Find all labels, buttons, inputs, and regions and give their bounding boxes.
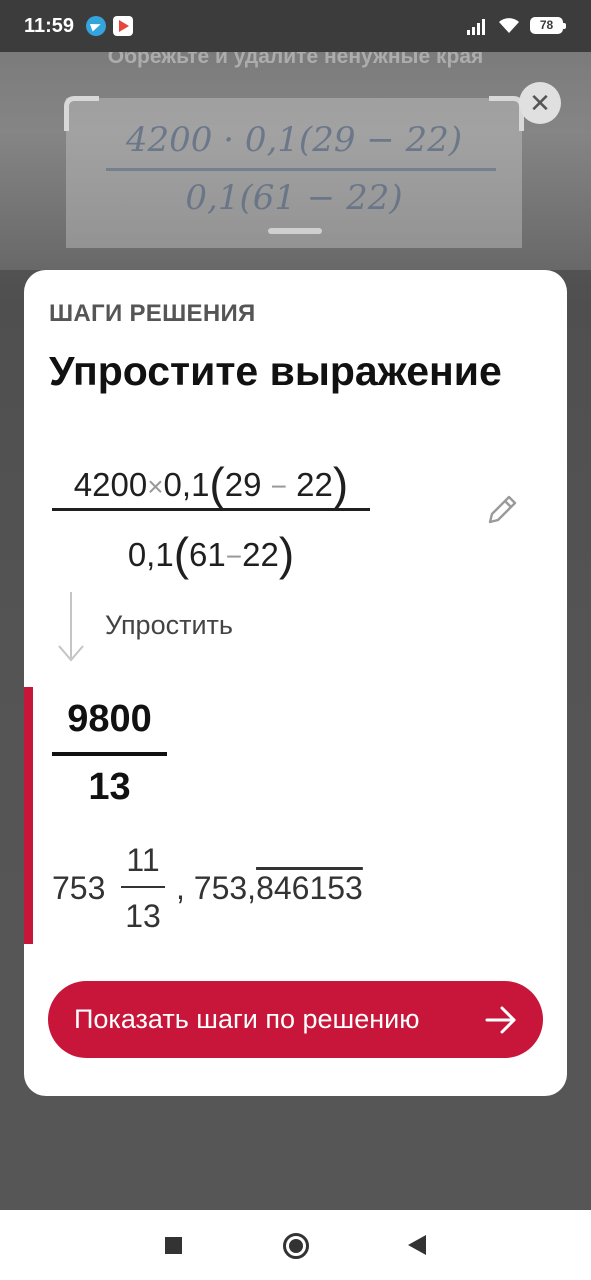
problem-expression[interactable]: 4200×0,1(29 − 22) 0,1(61−22)	[52, 445, 372, 585]
term: 61	[189, 536, 226, 573]
decimal-prefix: , 753,	[176, 870, 257, 906]
photo-handwritten-denominator: 0,1(61 − 22)	[185, 178, 403, 218]
term: 4200	[73, 466, 148, 503]
result-accent-bar	[24, 687, 33, 944]
paren: )	[278, 528, 295, 580]
status-time: 11:59	[24, 15, 75, 37]
card-title: Упростите выражение	[49, 348, 502, 394]
pencil-icon[interactable]	[484, 492, 520, 528]
section-label: ШАГИ РЕШЕНИЯ	[49, 300, 256, 327]
solution-card: ШАГИ РЕШЕНИЯ Упростите выражение 4200×0,…	[24, 270, 567, 1096]
show-steps-label: Показать шаги по решению	[74, 1004, 420, 1034]
close-icon: ✕	[529, 88, 551, 118]
term: 0,1	[127, 536, 174, 573]
paren: (	[173, 528, 190, 580]
sheet-drag-handle[interactable]	[268, 228, 322, 234]
decimal-form: , 753,846153	[176, 870, 363, 907]
mixed-numerator: 11	[126, 842, 160, 878]
battery-icon: 78	[530, 17, 566, 34]
wifi-icon	[499, 18, 519, 33]
status-bar: 11:59 78	[0, 0, 591, 52]
back-triangle-icon[interactable]	[408, 1235, 426, 1255]
fraction-bar	[52, 508, 370, 511]
result-fraction-bar	[52, 752, 167, 756]
operator: ×	[147, 471, 164, 502]
paren: )	[332, 458, 349, 510]
recents-square-icon[interactable]	[165, 1237, 182, 1254]
decimal-repeating: 846153	[256, 870, 363, 906]
mixed-fraction-bar	[121, 886, 165, 888]
arrow-down-icon	[58, 592, 84, 662]
home-circle-icon[interactable]	[283, 1233, 309, 1259]
step-label: Упростить	[105, 610, 233, 640]
crop-frame[interactable]: 4200 · 0,1(29 − 22) 0,1(61 − 22)	[64, 96, 524, 248]
signal-icon	[467, 19, 485, 35]
telegram-icon	[86, 16, 106, 36]
operator: −	[225, 541, 243, 572]
mixed-denominator: 13	[125, 898, 161, 934]
arrow-right-icon	[485, 1006, 516, 1034]
result-denominator: 13	[88, 766, 131, 808]
close-button[interactable]: ✕	[519, 82, 561, 124]
problem-numerator: 4200×0,1(29 − 22)	[52, 457, 370, 511]
term: 29	[224, 466, 262, 503]
problem-denominator: 0,1(61−22)	[52, 527, 370, 581]
mixed-whole: 753	[52, 870, 106, 906]
alternate-forms: 753 11 13 , 753,846153	[52, 842, 472, 934]
paren: (	[209, 458, 225, 510]
show-steps-button[interactable]: Показать шаги по решению	[48, 981, 543, 1058]
term: 22	[296, 466, 333, 503]
term: 0,1	[163, 466, 210, 503]
photo-handwritten-numerator: 4200 · 0,1(29 − 22)	[125, 120, 463, 160]
photo-fraction-line	[106, 168, 496, 171]
navigation-bar	[0, 1210, 591, 1280]
result-numerator: 9800	[67, 698, 152, 740]
operator: −	[270, 471, 287, 502]
term: 22	[242, 536, 279, 573]
play-store-icon	[113, 16, 133, 36]
